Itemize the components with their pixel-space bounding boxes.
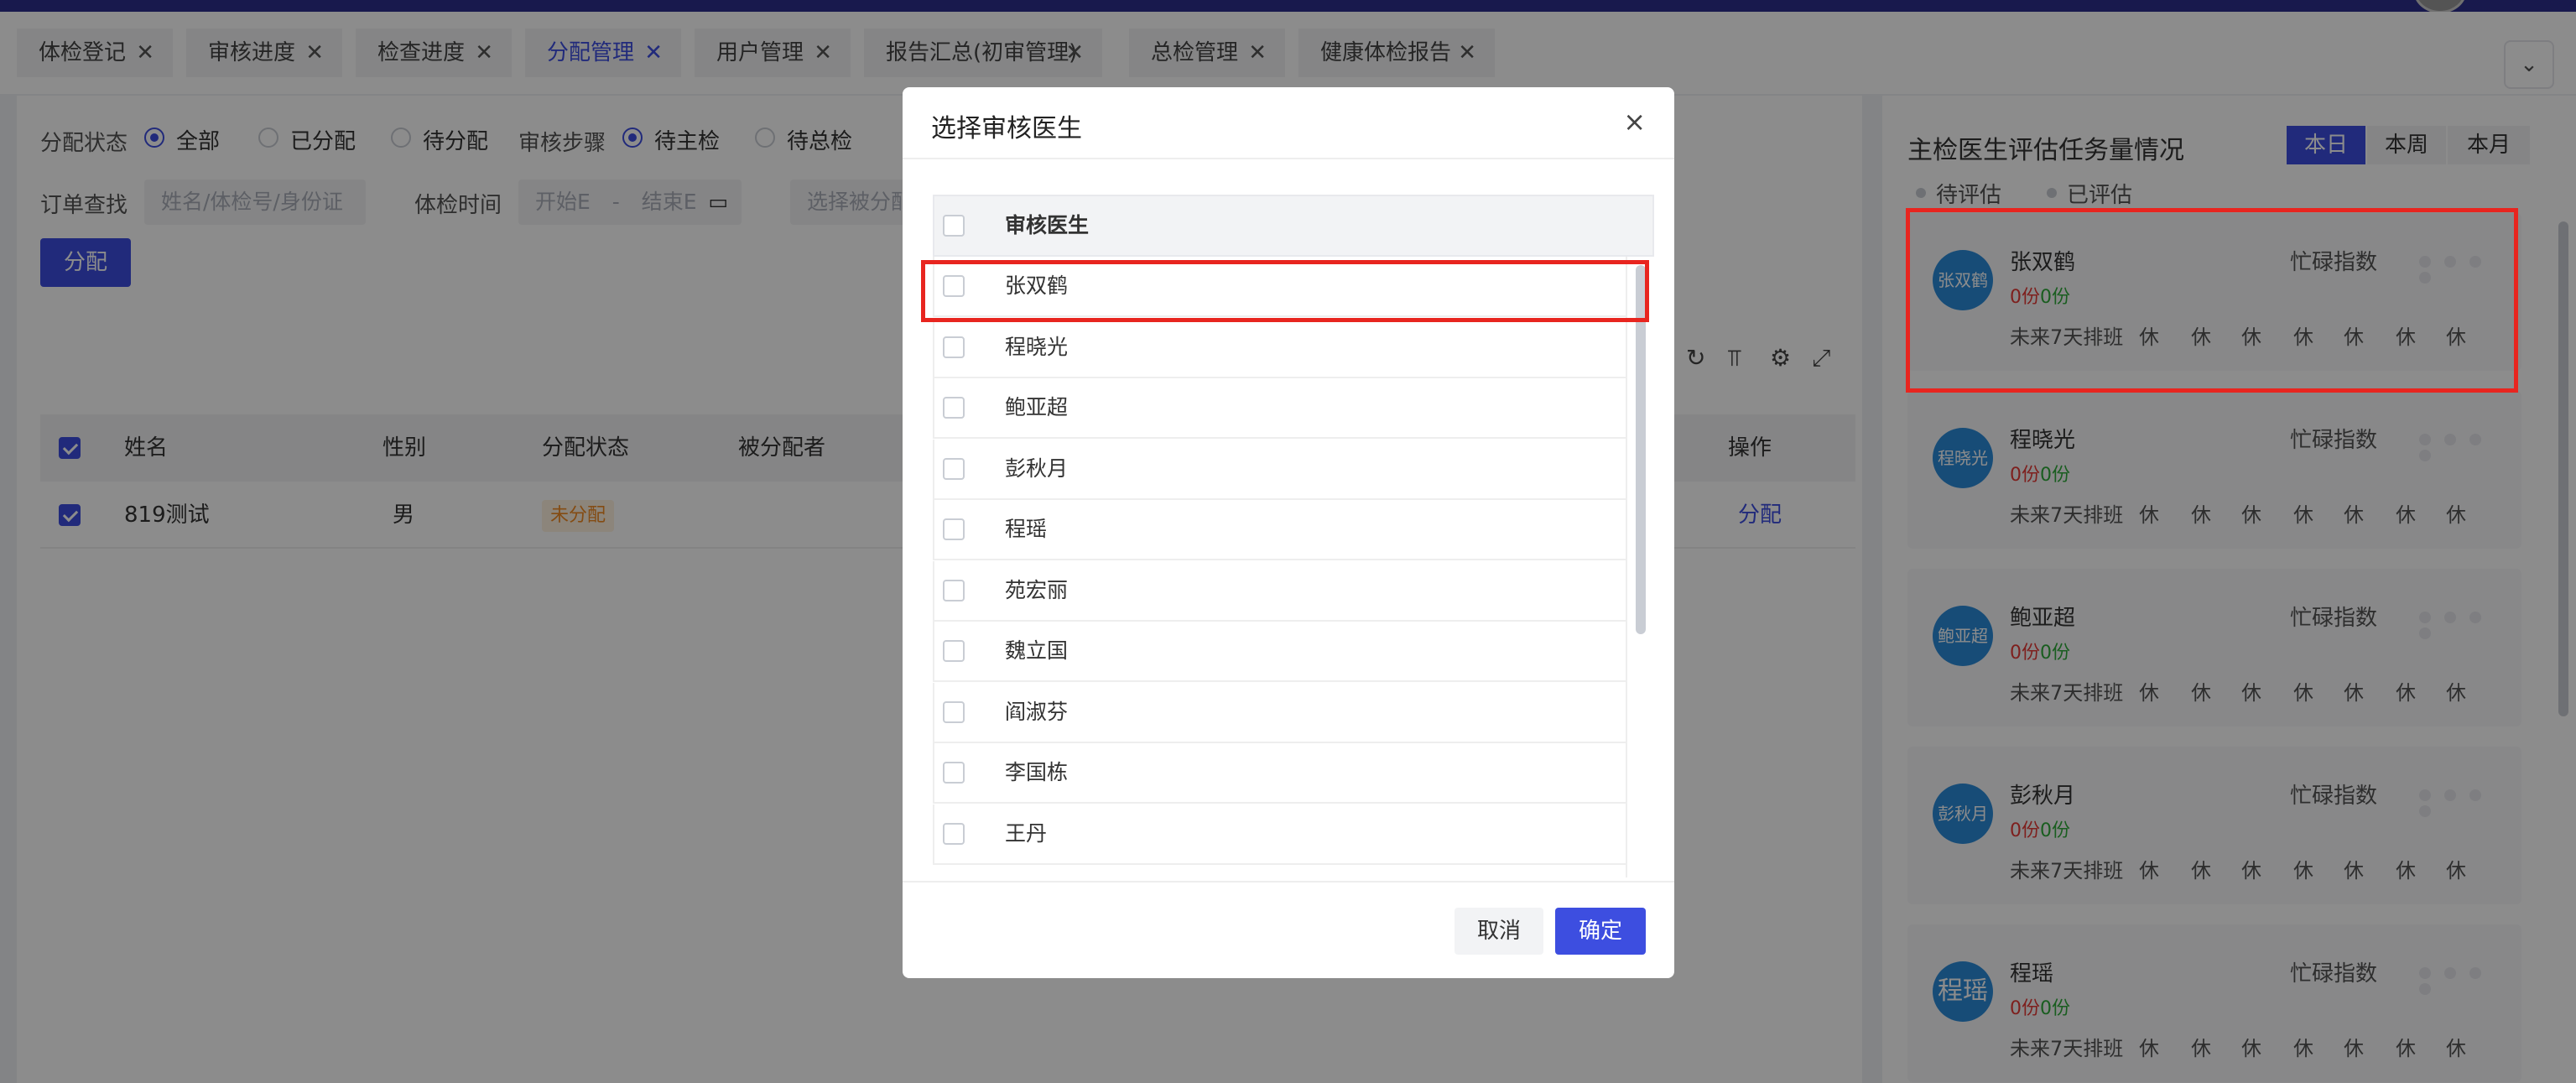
highlight-selected-reviewer [921,260,1649,322]
dialog-footer-divider [903,881,1674,883]
reviewer-checkbox[interactable] [943,762,965,784]
dialog-title: 选择审核医生 [931,114,1082,143]
reviewer-row[interactable]: 魏立国 [933,622,1627,682]
reviewer-name: 程晓光 [1005,334,1069,359]
reviewer-row[interactable]: 阎淑芬 [933,682,1627,743]
reviewer-checkbox[interactable] [943,397,965,419]
reviewer-checkbox[interactable] [943,518,965,540]
reviewer-name: 魏立国 [1005,638,1069,663]
cancel-button[interactable]: 取消 [1455,908,1543,955]
reviewer-row[interactable]: 程瑶 [933,500,1627,560]
confirm-button[interactable]: 确定 [1555,908,1646,955]
reviewer-row[interactable]: 彭秋月 [933,439,1627,500]
close-icon[interactable]: × [1623,106,1646,138]
reviewer-table-header: 审核医生 [933,195,1654,257]
reviewer-name: 李国栋 [1005,760,1069,784]
select-all-reviewers-checkbox[interactable] [943,215,965,237]
reviewer-list-scrollbar[interactable] [1626,257,1654,877]
reviewer-name: 苑宏丽 [1005,577,1069,602]
reviewer-row[interactable]: 李国栋 [933,743,1627,804]
reviewer-checkbox[interactable] [943,457,965,480]
highlight-doctor-card [1906,208,2518,393]
reviewer-name: 阎淑芬 [1005,699,1069,724]
reviewer-name: 王丹 [1005,820,1048,846]
reviewer-checkbox[interactable] [943,640,965,662]
reviewer-checkbox[interactable] [943,822,965,845]
reviewer-name: 程瑶 [1005,517,1048,541]
reviewer-row[interactable]: 程晓光 [933,317,1627,378]
reviewer-column-header: 审核医生 [1005,213,1090,237]
reviewer-row[interactable]: 鲍亚超 [933,378,1627,439]
dialog-divider [903,158,1674,159]
select-reviewer-dialog: 选择审核医生 × 审核医生 张双鹤 程晓光 鲍亚超 彭秋月 程瑶 苑宏丽 魏立国 阎淑芬 李国栋… [903,87,1674,978]
reviewer-checkbox[interactable] [943,579,965,601]
reviewer-name: 鲍亚超 [1005,395,1069,419]
reviewer-name: 彭秋月 [1005,456,1069,481]
reviewer-checkbox[interactable] [943,336,965,358]
reviewer-checkbox[interactable] [943,700,965,723]
reviewer-row[interactable]: 王丹 [933,804,1627,865]
reviewer-row[interactable]: 苑宏丽 [933,560,1627,622]
